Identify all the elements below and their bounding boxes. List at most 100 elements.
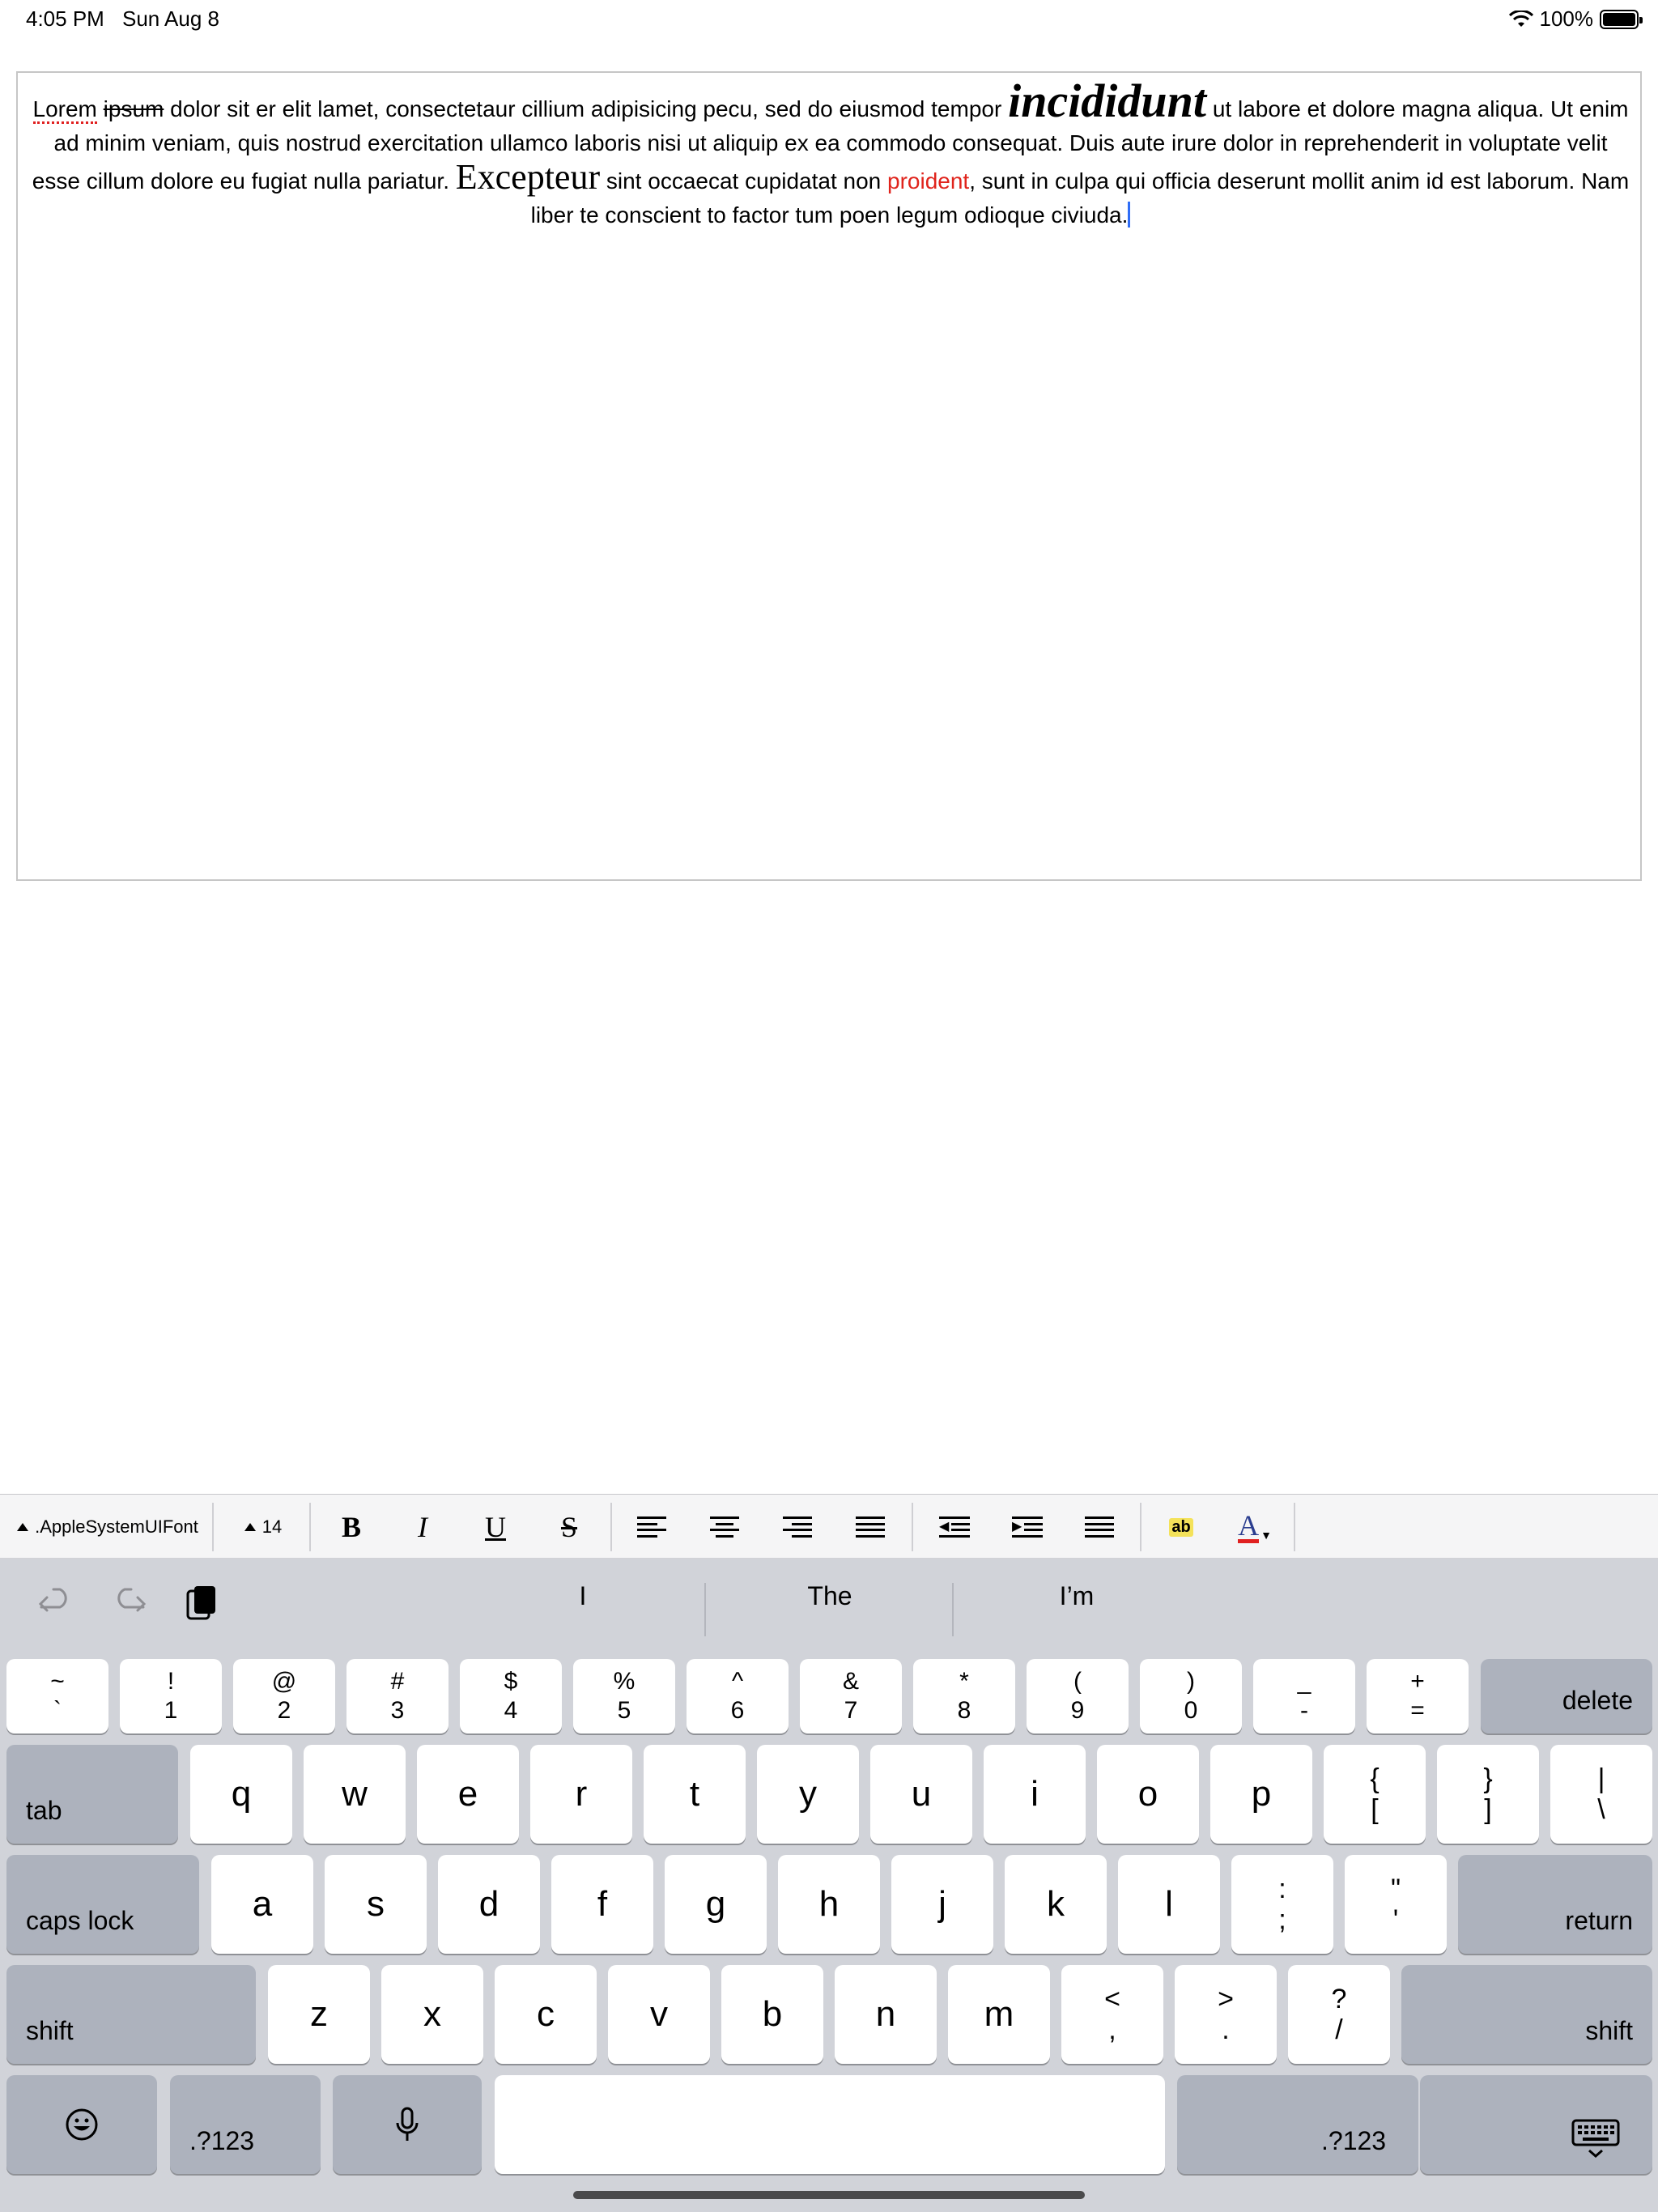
key-x[interactable]: x bbox=[381, 1965, 483, 2064]
dismiss-keyboard-key[interactable] bbox=[1420, 2075, 1652, 2174]
indent-button[interactable]: ▶ bbox=[999, 1495, 1056, 1559]
bold-button[interactable]: B bbox=[323, 1495, 380, 1559]
key-p[interactable]: p bbox=[1210, 1745, 1312, 1844]
undo-icon[interactable] bbox=[37, 1583, 74, 1620]
key-l[interactable]: l bbox=[1118, 1855, 1220, 1954]
symbol-key-z-2[interactable]: ? / bbox=[1288, 1965, 1390, 2064]
strikethrough-button[interactable]: S bbox=[541, 1495, 597, 1559]
delete-key[interactable]: delete bbox=[1481, 1659, 1652, 1733]
indent-icon: ▶ bbox=[1012, 1516, 1043, 1538]
redo-icon[interactable] bbox=[110, 1583, 147, 1620]
paste-icon[interactable] bbox=[183, 1583, 220, 1623]
list-button[interactable] bbox=[1071, 1495, 1128, 1559]
font-size-label: 14 bbox=[261, 1516, 283, 1537]
status-bar: 4:05 PM Sun Aug 8 100% bbox=[0, 0, 1658, 39]
suggestion-3[interactable]: I’m bbox=[955, 1581, 1198, 1611]
key-w[interactable]: w bbox=[304, 1745, 406, 1844]
emoji-icon bbox=[66, 2108, 98, 2141]
key-z[interactable]: z bbox=[268, 1965, 370, 2064]
format-toolbar: .AppleSystemUIFont 14 B I U S ◀ ▶ ab A ▼ bbox=[0, 1494, 1658, 1559]
key-t[interactable]: t bbox=[644, 1745, 746, 1844]
highlighter-icon: ab bbox=[1169, 1517, 1193, 1537]
number-key-7[interactable]: & 7 bbox=[800, 1659, 902, 1733]
align-justify-button[interactable] bbox=[842, 1495, 899, 1559]
suggestion-2[interactable]: The bbox=[708, 1581, 951, 1611]
align-right-button[interactable] bbox=[769, 1495, 826, 1559]
tab-key[interactable]: tab bbox=[6, 1745, 178, 1844]
key-y[interactable]: y bbox=[757, 1745, 859, 1844]
software-keyboard: ~ `! 1 @2 #3 $4% 5 ^ 6 & 7 * 8(9) 0 _ - + = delete tab qw… bbox=[0, 1648, 1658, 2212]
number-key-5[interactable]: % 5 bbox=[573, 1659, 675, 1733]
editor-content[interactable]: Lorem ipsum dolor sit er elit lamet, con… bbox=[28, 78, 1634, 232]
key-i[interactable]: i bbox=[984, 1745, 1086, 1844]
outdent-button[interactable]: ◀ bbox=[926, 1495, 983, 1559]
key-h[interactable]: h bbox=[778, 1855, 880, 1954]
symbol-key-q-0[interactable]: {[ bbox=[1324, 1745, 1426, 1844]
dictation-key[interactable] bbox=[333, 2075, 482, 2174]
key-q[interactable]: q bbox=[190, 1745, 292, 1844]
symbol-key-a-0[interactable]: :; bbox=[1231, 1855, 1333, 1954]
align-left-icon bbox=[637, 1516, 666, 1538]
key-f[interactable]: f bbox=[551, 1855, 653, 1954]
symbol-key-q-2[interactable]: | \ bbox=[1550, 1745, 1652, 1844]
shift-key-left[interactable]: shift bbox=[6, 1965, 256, 2064]
keyboard-hide-icon bbox=[1571, 2119, 1620, 2158]
numbers-key-left[interactable]: .?123 bbox=[170, 2075, 321, 2174]
number-key-9[interactable]: (9 bbox=[1027, 1659, 1129, 1733]
red-word: proident bbox=[887, 168, 970, 194]
shift-key-right[interactable]: shift bbox=[1401, 1965, 1652, 2064]
microphone-icon bbox=[396, 2107, 419, 2141]
number-key-12[interactable]: + = bbox=[1367, 1659, 1469, 1733]
numbers-key-right[interactable]: .?123 bbox=[1177, 2075, 1418, 2174]
caps-lock-key[interactable]: caps lock bbox=[6, 1855, 199, 1954]
number-key-6[interactable]: ^ 6 bbox=[687, 1659, 789, 1733]
space-bar[interactable] bbox=[495, 2075, 1165, 2174]
bold-italic-word: incididunt bbox=[1008, 74, 1207, 127]
font-size-dropdown[interactable]: 14 bbox=[219, 1495, 308, 1559]
symbol-key-z-0[interactable]: <, bbox=[1061, 1965, 1163, 2064]
text-color-button[interactable]: A ▼ bbox=[1222, 1495, 1287, 1559]
key-v[interactable]: v bbox=[608, 1965, 710, 2064]
key-r[interactable]: r bbox=[530, 1745, 632, 1844]
number-key-2[interactable]: @2 bbox=[233, 1659, 335, 1733]
key-b[interactable]: b bbox=[721, 1965, 823, 2064]
align-left-button[interactable] bbox=[623, 1495, 680, 1559]
emoji-key[interactable] bbox=[6, 2075, 157, 2174]
key-c[interactable]: c bbox=[495, 1965, 597, 2064]
number-key-4[interactable]: $4 bbox=[460, 1659, 562, 1733]
key-m[interactable]: m bbox=[948, 1965, 1050, 2064]
number-key-11[interactable]: _ - bbox=[1253, 1659, 1355, 1733]
number-key-8[interactable]: * 8 bbox=[913, 1659, 1015, 1733]
number-key-1[interactable]: ! 1 bbox=[120, 1659, 222, 1733]
key-s[interactable]: s bbox=[325, 1855, 427, 1954]
return-key[interactable]: return bbox=[1458, 1855, 1652, 1954]
suggestion-1[interactable]: I bbox=[461, 1581, 704, 1611]
key-n[interactable]: n bbox=[835, 1965, 937, 2064]
symbol-key-z-1[interactable]: >. bbox=[1175, 1965, 1277, 2064]
chevron-down-icon: ▼ bbox=[1261, 1529, 1272, 1542]
number-key-0[interactable]: ~ ` bbox=[6, 1659, 108, 1733]
rich-text-editor[interactable]: Lorem ipsum dolor sit er elit lamet, con… bbox=[16, 71, 1642, 881]
key-e[interactable]: e bbox=[417, 1745, 519, 1844]
key-a[interactable]: a bbox=[211, 1855, 313, 1954]
symbol-key-q-1[interactable]: }] bbox=[1437, 1745, 1539, 1844]
key-j[interactable]: j bbox=[891, 1855, 993, 1954]
number-key-10[interactable]: ) 0 bbox=[1140, 1659, 1242, 1733]
misspelled-word[interactable]: Lorem bbox=[32, 96, 97, 124]
font-family-dropdown[interactable]: .AppleSystemUIFont bbox=[6, 1495, 209, 1559]
text-run: dolor sit er elit lamet, consectetaur ci… bbox=[170, 96, 1002, 121]
key-o[interactable]: o bbox=[1097, 1745, 1199, 1844]
symbol-key-a-1[interactable]: " ' bbox=[1345, 1855, 1447, 1954]
key-d[interactable]: d bbox=[438, 1855, 540, 1954]
align-center-button[interactable] bbox=[696, 1495, 753, 1559]
key-k[interactable]: k bbox=[1005, 1855, 1107, 1954]
number-key-3[interactable]: #3 bbox=[346, 1659, 449, 1733]
font-family-label: .AppleSystemUIFont bbox=[35, 1516, 198, 1537]
key-u[interactable]: u bbox=[870, 1745, 972, 1844]
italic-button[interactable]: I bbox=[394, 1495, 451, 1559]
underline-button[interactable]: U bbox=[467, 1495, 524, 1559]
triangle-up-icon bbox=[17, 1523, 29, 1531]
serif-word: Excepteur bbox=[455, 157, 601, 197]
key-g[interactable]: g bbox=[665, 1855, 767, 1954]
highlight-button[interactable]: ab bbox=[1153, 1495, 1209, 1559]
